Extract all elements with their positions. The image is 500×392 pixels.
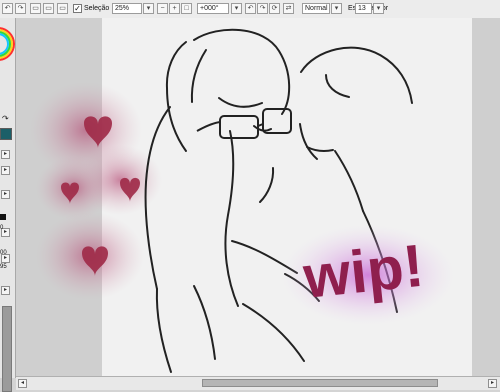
left-panel-button-6[interactable]: ▸: [1, 286, 10, 295]
rotation-select[interactable]: +000°: [197, 3, 229, 14]
selection-checkbox[interactable]: ✓: [73, 4, 82, 13]
left-panel-value-00: 00: [0, 250, 7, 256]
scroll-right-icon[interactable]: ▸: [488, 379, 497, 388]
left-panel-scrollbar[interactable]: [2, 306, 12, 392]
zoom-select[interactable]: 25%: [112, 3, 142, 14]
left-panel-value-0: 0: [0, 225, 4, 231]
chevron-down-icon[interactable]: ▾: [143, 3, 154, 14]
rotate-right-icon[interactable]: ↷: [257, 3, 268, 14]
wip-stamp: wip!: [299, 232, 426, 311]
zoom-in-icon[interactable]: +: [169, 3, 180, 14]
invert-icon[interactable]: ⇄: [283, 3, 294, 14]
left-panel-value-95: 95: [0, 264, 7, 270]
undo-icon[interactable]: ↶: [2, 3, 13, 14]
canvas-horizontal-scrollbar[interactable]: ◂ ▸: [16, 376, 500, 390]
blend-mode-select[interactable]: Normal: [302, 3, 330, 14]
chevron-down-icon[interactable]: ▾: [231, 3, 242, 14]
stabilizer-value-field[interactable]: 13: [355, 3, 372, 14]
selection-label: Seleção: [84, 5, 110, 12]
layer-icon[interactable]: ▭: [30, 3, 41, 14]
swap-colors-icon[interactable]: ↷: [2, 114, 9, 123]
redo-icon[interactable]: ↷: [15, 3, 26, 14]
brush-size-dot-icon: [0, 214, 6, 220]
left-tool-panel: ↷ ▸ ▸ ▸ ▸ 0 ▸ 00 95 ▸: [0, 18, 16, 392]
rotate-left-icon[interactable]: ↶: [245, 3, 256, 14]
artwork-canvas[interactable]: wip!: [16, 18, 500, 376]
zoom-out-icon[interactable]: −: [157, 3, 168, 14]
reset-zoom-icon[interactable]: □: [181, 3, 192, 14]
left-panel-button-1[interactable]: ▸: [1, 150, 10, 159]
color-wheel[interactable]: [0, 18, 15, 118]
canvas-icon[interactable]: ▭: [43, 3, 54, 14]
left-panel-button-3[interactable]: ▸: [1, 190, 10, 199]
view-icon[interactable]: ▭: [57, 3, 68, 14]
canvas-area[interactable]: wip!: [16, 18, 500, 376]
scroll-left-icon[interactable]: ◂: [18, 379, 27, 388]
chevron-down-icon[interactable]: ▾: [373, 3, 384, 14]
rotate-reset-icon[interactable]: ⟳: [269, 3, 280, 14]
left-panel-button-2[interactable]: ▸: [1, 166, 10, 175]
toolbar: ↶ ↷ ▭ ▭ ▭ ✓ Seleção 25% ▾ − + □ +000° ▾ …: [0, 0, 500, 19]
chevron-down-icon[interactable]: ▾: [331, 3, 342, 14]
horizontal-scroll-thumb[interactable]: [202, 379, 438, 387]
primary-color-swatch[interactable]: [0, 128, 12, 140]
